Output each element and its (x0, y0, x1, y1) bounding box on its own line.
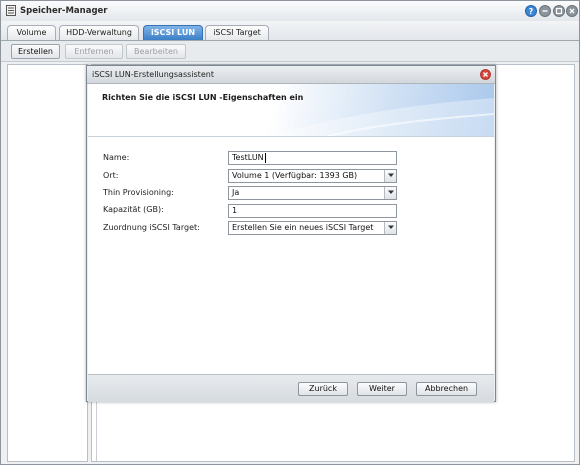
help-icon[interactable]: ? (525, 5, 537, 17)
header-swoosh-graphic (268, 98, 494, 136)
close-icon[interactable] (480, 69, 491, 80)
tab-bar: Volume HDD-Verwaltung iSCSI LUN iSCSI Ta… (1, 21, 579, 41)
name-input[interactable]: TestLUN (228, 151, 397, 165)
text-cursor (264, 152, 266, 163)
dialog-header: Richten Sie die iSCSI LUN -Eigenschaften… (88, 84, 494, 137)
chevron-down-icon[interactable] (384, 222, 396, 234)
thin-provisioning-value: Ja (232, 188, 240, 197)
create-button[interactable]: Erstellen (11, 44, 60, 59)
dialog-form: Name: TestLUN Ort: Volume 1 (Verfügbar: … (88, 137, 494, 374)
location-value: Volume 1 (Verfügbar: 1393 GB) (232, 171, 358, 180)
chevron-down-icon[interactable] (384, 187, 396, 199)
location-select[interactable]: Volume 1 (Verfügbar: 1393 GB) (228, 169, 397, 183)
storage-manager-app-icon (6, 5, 16, 16)
tab-iscsi-lun[interactable]: iSCSI LUN (143, 25, 203, 40)
dialog-footer: Zurück Weiter Abbrechen (88, 374, 494, 402)
capacity-value: 1 (232, 206, 238, 215)
target-mapping-value: Erstellen Sie ein neues iSCSI Target (232, 223, 374, 232)
thin-provisioning-select[interactable]: Ja (228, 186, 397, 200)
target-mapping-label: Zuordnung iSCSI Target: (103, 223, 200, 232)
name-label: Name: (103, 153, 130, 162)
storage-manager-window: Speicher-Manager ? Volume HDD-Verwaltung… (0, 0, 580, 465)
next-button[interactable]: Weiter (357, 382, 407, 396)
maximize-icon[interactable] (553, 5, 565, 17)
chevron-down-icon[interactable] (384, 170, 396, 182)
capacity-label: Kapazität (GB): (103, 205, 164, 214)
location-label: Ort: (103, 171, 119, 180)
edit-button[interactable]: Bearbeiten (126, 44, 186, 59)
name-value: TestLUN (232, 153, 264, 162)
lun-wizard-dialog: iSCSI LUN-Erstellungsassistent Richten S… (86, 65, 496, 402)
capacity-input[interactable]: 1 (228, 204, 397, 218)
close-window-icon[interactable] (566, 5, 578, 17)
thin-provisioning-label: Thin Provisioning: (103, 188, 174, 197)
tab-iscsi-target[interactable]: iSCSI Target (205, 25, 269, 40)
toolbar: Erstellen Entfernen Bearbeiten (1, 41, 579, 62)
dialog-title: iSCSI LUN-Erstellungsassistent (92, 70, 214, 79)
app-title: Speicher-Manager (20, 6, 108, 16)
cancel-button[interactable]: Abbrechen (416, 382, 477, 396)
tab-volume[interactable]: Volume (7, 25, 56, 40)
tab-hdd-verwaltung[interactable]: HDD-Verwaltung (59, 25, 139, 40)
svg-text:?: ? (529, 7, 534, 16)
lun-list-panel (7, 64, 88, 462)
dialog-title-bar: iSCSI LUN-Erstellungsassistent (87, 66, 495, 84)
back-button[interactable]: Zurück (298, 382, 348, 396)
remove-button[interactable]: Entfernen (65, 44, 123, 59)
title-bar: Speicher-Manager ? (1, 1, 579, 22)
target-mapping-select[interactable]: Erstellen Sie ein neues iSCSI Target (228, 221, 397, 235)
minimize-icon[interactable] (539, 5, 551, 17)
